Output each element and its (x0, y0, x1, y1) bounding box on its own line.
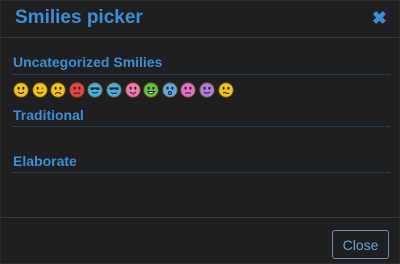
evil-icon[interactable] (199, 82, 215, 98)
dialog-title: Smilies picker (15, 7, 143, 28)
dizzy-icon[interactable] (180, 82, 196, 98)
sunglasses-icon[interactable] (106, 82, 122, 98)
footer-divider (1, 217, 399, 218)
smilies-row (13, 82, 234, 98)
close-button[interactable]: Close (332, 230, 389, 259)
section-divider (13, 126, 390, 127)
smilies-picker-dialog: Smilies picker ✖ Uncategorized Smilies T… (0, 0, 400, 264)
smile-icon[interactable] (13, 82, 29, 98)
tongue-icon[interactable] (124, 82, 141, 98)
confused-icon[interactable] (217, 82, 234, 98)
cool-icon[interactable] (87, 82, 103, 98)
angry-icon[interactable] (69, 82, 85, 98)
wink-icon[interactable] (31, 82, 48, 98)
close-icon[interactable]: ✖ (372, 9, 387, 27)
section-title-elaborate: Elaborate (13, 153, 77, 169)
grin-icon[interactable] (143, 82, 159, 98)
section-divider (13, 74, 390, 75)
shocked-icon[interactable] (162, 82, 178, 98)
frown-icon[interactable] (50, 82, 66, 98)
section-title-traditional: Traditional (13, 107, 84, 123)
section-title-uncategorized: Uncategorized Smilies (13, 54, 163, 70)
dialog-header: Smilies picker ✖ (1, 1, 399, 38)
section-divider (13, 172, 390, 173)
